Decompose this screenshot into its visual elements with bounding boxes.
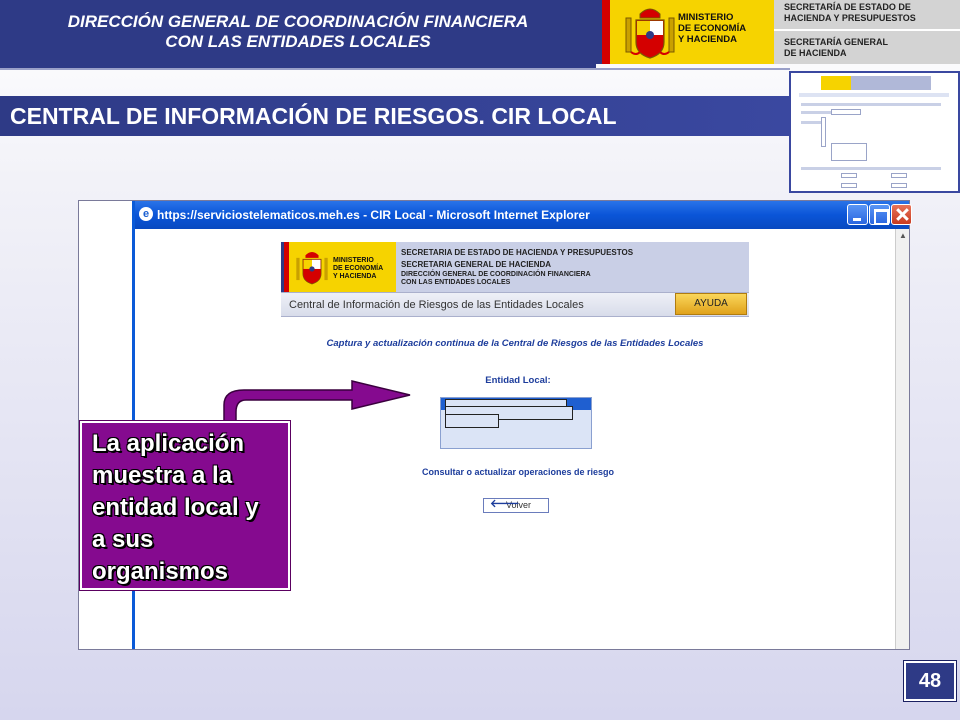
close-button[interactable] — [891, 204, 912, 225]
header-secretariat-state: SECRETARÍA DE ESTADO DE HACIENDA Y PRESU… — [774, 0, 960, 31]
ministry-line3: Y HACIENDA — [678, 34, 737, 45]
thumbnail-row — [801, 167, 941, 170]
secretariat-state-line1: SECRETARÍA DE ESTADO DE — [784, 2, 911, 12]
header-department: DIRECCIÓN GENERAL DE COORDINACIÓN FINANC… — [0, 0, 596, 64]
help-button[interactable]: AYUDA — [675, 293, 747, 315]
vertical-scrollbar[interactable]: ▲ — [895, 229, 909, 649]
header-department-line2: CON LAS ENTIDADES LOCALES — [165, 32, 431, 51]
thumbnail-preview — [789, 71, 960, 193]
header-secretariat-general: SECRETARÍA GENERAL DE HACIENDA — [774, 31, 960, 64]
site-banner-text: SECRETARIA DE ESTADO DE HACIENDA Y PRESU… — [401, 248, 633, 287]
site-banner-line2: SECRETARIA GENERAL DE HACIENDA — [401, 260, 552, 269]
entity-label: Entidad Local: — [485, 375, 551, 386]
arrow-left-icon: 🡐 — [490, 498, 520, 510]
header-divider — [0, 68, 790, 70]
scroll-up-icon[interactable]: ▲ — [898, 231, 908, 241]
page-number: 48 — [903, 660, 957, 702]
callout-line5: organismos — [92, 558, 229, 585]
spain-coat-of-arms-icon — [625, 8, 675, 59]
maximize-button[interactable] — [869, 204, 890, 225]
site-ministry-name: MINISTERIO DE ECONOMÍA Y HACIENDA — [333, 257, 383, 281]
ministry-line2: DE ECONOMÍA — [678, 23, 747, 34]
site-flag-stripe — [281, 242, 289, 292]
thumbnail-field — [891, 173, 907, 178]
thumbnail-row — [801, 103, 941, 106]
page-title: CENTRAL DE INFORMACIÓN DE RIESGOS. CIR L… — [0, 96, 790, 136]
site-banner: MINISTERIO DE ECONOMÍA Y HACIENDA SECRET… — [281, 242, 749, 292]
browser-window-title: https://serviciostelematicos.meh.es - CI… — [157, 208, 590, 222]
spain-coat-of-arms-icon — [296, 251, 328, 285]
header-ministry: MINISTERIO DE ECONOMÍA Y HACIENDA — [610, 0, 774, 64]
thumbnail-bar — [799, 93, 949, 97]
site-ministry-line2: DE ECONOMÍA — [333, 265, 384, 272]
ie-icon: e — [139, 207, 153, 221]
site-banner-line3: DIRECCIÓN GENERAL DE COORDINACIÓN FINANC… — [401, 271, 591, 278]
minimize-button[interactable] — [847, 204, 868, 225]
consult-risk-link[interactable]: Consultar o actualizar operaciones de ri… — [378, 467, 658, 477]
thumbnail-textarea — [831, 143, 867, 161]
entity-listbox[interactable] — [440, 397, 592, 449]
flag-stripe — [596, 0, 610, 64]
site-ministry-line1: MINISTERIO — [333, 257, 374, 264]
callout-line4: a sus — [92, 526, 154, 553]
callout-line1: La aplicación — [92, 430, 245, 457]
ministry-name: MINISTERIO DE ECONOMÍA Y HACIENDA — [678, 12, 746, 45]
secretariat-general-line1: SECRETARÍA GENERAL — [784, 37, 889, 47]
secretariat-state-line2: HACIENDA Y PRESUPUESTOS — [784, 13, 916, 23]
thumbnail-header-band — [851, 76, 931, 90]
thumbnail-field — [831, 109, 861, 115]
site-ministry-line3: Y HACIENDA — [333, 273, 377, 280]
site-caption: Captura y actualización continua de la C… — [326, 338, 704, 349]
thumbnail-row — [801, 121, 821, 124]
thumbnail-field — [891, 183, 907, 188]
site-banner-line4: CON LAS ENTIDADES LOCALES — [401, 279, 511, 286]
site-banner-line1: SECRETARIA DE ESTADO DE HACIENDA Y PRESU… — [401, 248, 634, 257]
secretariat-general-line2: DE HACIENDA — [784, 48, 847, 58]
entity-option[interactable] — [445, 414, 499, 428]
back-button[interactable]: 🡐 Volver — [483, 498, 549, 513]
thumbnail-field — [841, 173, 857, 178]
thumbnail-field — [841, 183, 857, 188]
header-department-line1: DIRECCIÓN GENERAL DE COORDINACIÓN FINANC… — [67, 12, 529, 31]
ministry-line1: MINISTERIO — [678, 12, 734, 23]
callout-box: La aplicación muestra a la entidad local… — [79, 420, 291, 591]
callout-line2: muestra a la — [92, 462, 233, 489]
browser-titlebar[interactable]: e https://serviciostelematicos.meh.es - … — [135, 201, 912, 229]
callout-line3: entidad local y — [92, 494, 259, 521]
thumbnail-checklist — [821, 117, 826, 147]
